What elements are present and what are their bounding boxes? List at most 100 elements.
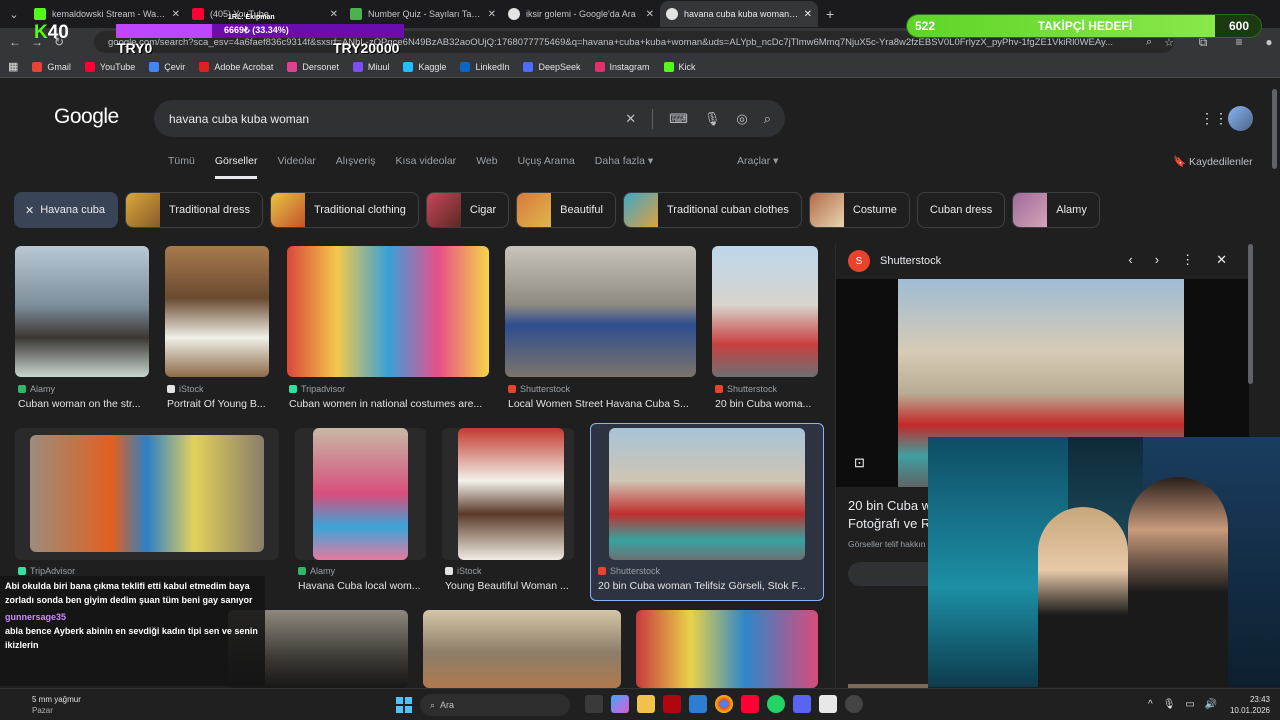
chip-traditional-clothing[interactable]: Traditional clothing: [269, 192, 419, 228]
lens-search-icon[interactable]: ⊡: [854, 455, 865, 471]
chip-alamy[interactable]: Alamy: [1012, 192, 1100, 228]
result-source[interactable]: Tripadvisor: [289, 384, 345, 394]
result-source[interactable]: TripAdvisor: [18, 566, 75, 576]
page-scrollbar[interactable]: [1272, 89, 1277, 169]
lens-icon[interactable]: ◎: [736, 111, 747, 127]
close-icon[interactable]: ✕: [1216, 252, 1227, 268]
tab-short-videos[interactable]: Kısa videolar: [395, 155, 456, 179]
start-icon[interactable]: [396, 697, 412, 713]
result-caption[interactable]: Cuban women in national costumes are...: [289, 398, 489, 410]
result-source[interactable]: Shutterstock: [715, 384, 777, 394]
tab-videos[interactable]: Videolar: [277, 155, 315, 179]
file-explorer-icon[interactable]: [637, 695, 655, 713]
tab-google-havana[interactable]: havana cuba kuba woman - Go ✕: [660, 1, 818, 27]
taskbar-search[interactable]: ⌕ Ara: [420, 694, 570, 716]
bookmark-kick[interactable]: Kick: [663, 61, 696, 72]
result-image[interactable]: [712, 246, 818, 377]
chevron-right-icon[interactable]: ›: [1155, 252, 1159, 268]
google-apps-icon[interactable]: ⋮⋮: [1200, 110, 1228, 127]
result-caption[interactable]: Havana Cuba local wom...: [298, 580, 426, 592]
microphone-icon[interactable]: 🎙: [1163, 699, 1176, 710]
tab-all[interactable]: Tümü: [168, 155, 195, 179]
result-image[interactable]: [423, 610, 621, 688]
close-icon[interactable]: ✕: [330, 9, 338, 20]
result-source[interactable]: Alamy: [298, 566, 335, 576]
close-icon[interactable]: ✕: [488, 9, 496, 20]
tab-images[interactable]: Görseller: [214, 155, 258, 179]
result-image[interactable]: [505, 246, 696, 377]
close-icon[interactable]: ✕: [25, 204, 34, 217]
bookmark-dersonet[interactable]: Dersonet: [287, 61, 339, 72]
bookmark-cevir[interactable]: Çevir: [149, 61, 185, 72]
profile-icon[interactable]: ●: [1258, 35, 1280, 49]
bookmark-acrobat[interactable]: Adobe Acrobat: [199, 61, 273, 72]
bookmark-linkedin[interactable]: LinkedIn: [460, 61, 509, 72]
panel-scrollbar[interactable]: [1248, 244, 1253, 384]
network-icon[interactable]: ▭: [1185, 699, 1194, 710]
result-source[interactable]: iStock: [445, 566, 482, 576]
tools-button[interactable]: Araçlar ▾: [737, 155, 778, 167]
volume-icon[interactable]: 🔊: [1205, 699, 1217, 710]
chip-havana-cuba[interactable]: ✕ Havana cuba: [14, 192, 119, 228]
netflix-icon[interactable]: [663, 695, 681, 713]
obs-icon[interactable]: [845, 695, 863, 713]
chevron-up-icon[interactable]: ^: [1148, 699, 1153, 710]
close-icon[interactable]: ✕: [172, 9, 180, 20]
result-image[interactable]: [287, 246, 489, 377]
result-caption[interactable]: Portrait Of Young B...: [167, 398, 272, 410]
discord-icon[interactable]: [793, 695, 811, 713]
result-source[interactable]: Alamy: [18, 384, 55, 394]
bookmark-deepseek[interactable]: DeepSeek: [523, 61, 581, 72]
tab-web[interactable]: Web: [476, 155, 497, 179]
apps-grid-icon[interactable]: ▦: [8, 60, 18, 73]
google-logo[interactable]: Google: [54, 105, 119, 129]
chrome-icon[interactable]: [715, 695, 733, 713]
chip-cigar[interactable]: Cigar: [425, 192, 510, 228]
bookmark-instagram[interactable]: Instagram: [594, 61, 650, 72]
chip-beautiful[interactable]: Beautiful: [516, 192, 616, 228]
result-caption[interactable]: Local Women Street Havana Cuba S...: [508, 398, 696, 410]
preview-title[interactable]: 20 bin Cuba w Fotoğrafı ve R: [848, 497, 931, 533]
copilot-icon[interactable]: [611, 695, 629, 713]
bookmark-gmail[interactable]: Gmail: [32, 61, 71, 72]
result-caption[interactable]: Cuban woman on the str...: [18, 398, 148, 410]
app-icon[interactable]: [819, 695, 837, 713]
avatar[interactable]: [1228, 106, 1253, 131]
result-source[interactable]: Shutterstock: [508, 384, 570, 394]
microphone-icon[interactable]: 🎙: [704, 111, 721, 127]
tab-search-icon[interactable]: ⌄: [0, 0, 28, 28]
youtube-icon[interactable]: [741, 695, 759, 713]
bookmark-miuul[interactable]: Miuul: [352, 61, 389, 72]
result-source[interactable]: iStock: [167, 384, 204, 394]
search-icon[interactable]: ⌕: [764, 111, 771, 127]
bookmark-kaggle[interactable]: Kaggle: [403, 61, 446, 72]
chip-costume[interactable]: Costume: [808, 192, 910, 228]
result-caption[interactable]: 20 bin Cuba woma...: [715, 398, 820, 410]
search-input[interactable]: havana cuba kuba woman ✕ ⌨ 🎙 ◎ ⌕: [154, 100, 785, 137]
task-view-icon[interactable]: [585, 695, 603, 713]
result-image[interactable]: [636, 610, 818, 688]
store-icon[interactable]: [689, 695, 707, 713]
more-vert-icon[interactable]: ⋮: [1181, 252, 1194, 268]
visit-button[interactable]: [848, 562, 938, 586]
bookmark-youtube[interactable]: YouTube: [84, 61, 135, 72]
tab-flights[interactable]: Uçuş Arama: [518, 155, 575, 179]
clock[interactable]: 23:43 10.01.2026: [1226, 694, 1270, 716]
result-caption[interactable]: Young Beautiful Woman ...: [445, 580, 573, 592]
result-source[interactable]: Shutterstock: [598, 566, 660, 576]
weather-widget[interactable]: 5 mm yağmur Pazar: [12, 694, 81, 716]
keyboard-icon[interactable]: ⌨: [669, 111, 688, 127]
tab-shopping[interactable]: Alışveriş: [336, 155, 376, 179]
whatsapp-icon[interactable]: [767, 695, 785, 713]
chip-cuban-dress[interactable]: Cuban dress: [916, 192, 1006, 228]
close-icon[interactable]: ✕: [804, 9, 812, 20]
saved-button[interactable]: 🔖 Kaydedilenler: [1173, 155, 1253, 168]
close-icon[interactable]: ✕: [646, 9, 654, 20]
chip-traditional-cuban-clothes[interactable]: Traditional cuban clothes: [622, 192, 802, 228]
result-caption[interactable]: 20 bin Cuba woman Telifsiz Görseli, Stok…: [598, 580, 812, 592]
tab-google-iksir[interactable]: iksir golemi - Google'da Ara ✕: [502, 1, 660, 27]
new-tab-button[interactable]: +: [826, 6, 834, 22]
clear-icon[interactable]: ✕: [625, 111, 636, 127]
tab-more[interactable]: Daha fazla ▾: [595, 155, 653, 179]
result-image[interactable]: [15, 246, 149, 377]
